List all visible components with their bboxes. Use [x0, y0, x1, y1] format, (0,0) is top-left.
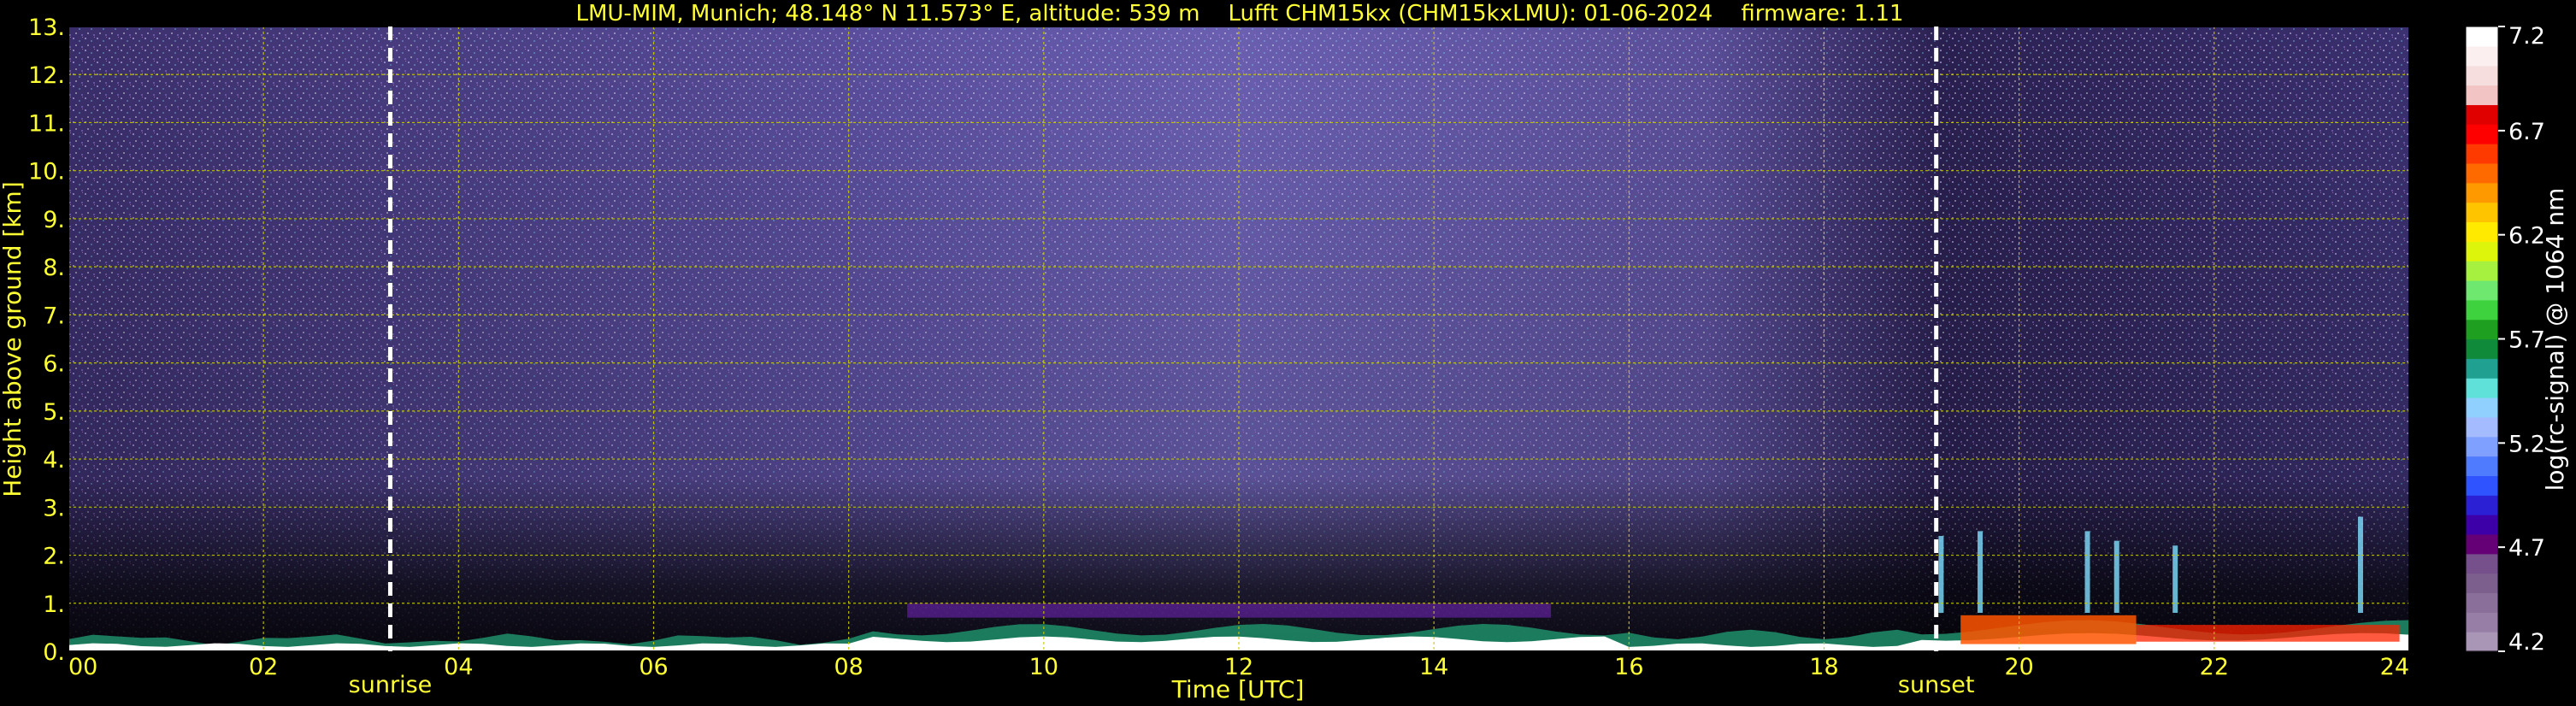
x-axis-label: Time [UTC] — [1171, 675, 1305, 703]
colorbar-segment — [2466, 319, 2498, 340]
ceilometer-chart: 4.2 4.7 5.2 5.7 6.2 6.7 7.2 sunrise sunset 00 02 0… — [0, 1, 2569, 703]
x-tick-label: 08 — [834, 654, 863, 680]
colorbar-segment — [2466, 436, 2498, 457]
colorbar-segment — [2466, 632, 2498, 652]
colorbar-segment — [2466, 397, 2498, 418]
y-tick-label: 4. — [43, 447, 65, 474]
colorbar-segment — [2466, 279, 2498, 301]
colorbar-segment — [2466, 144, 2498, 164]
y-tick-label: 7. — [43, 303, 65, 329]
x-tick-label: 22 — [2200, 654, 2229, 680]
x-tick-label: 16 — [1614, 654, 1643, 680]
colorbar-segment — [2466, 85, 2498, 105]
x-tick-label: 24 — [2380, 654, 2409, 680]
y-axis-label: Height above ground [km] — [0, 181, 27, 497]
colorbar-tick-label: 4.7 — [2508, 535, 2545, 562]
y-tick-label: 12. — [28, 62, 65, 89]
cloud-spike — [1938, 536, 1944, 614]
y-tick-label: 3. — [43, 495, 65, 521]
chart-title: LMU-MIM, Munich; 48.148° N 11.573° E, al… — [575, 1, 1903, 26]
colorbar-segment — [2466, 573, 2498, 594]
colorbar-tick-label: 4.2 — [2508, 629, 2545, 656]
colorbar-segment — [2466, 162, 2498, 184]
late-aerosol-layer — [2136, 625, 2400, 642]
colorbar: 4.2 4.7 5.2 5.7 6.2 6.7 7.2 — [2465, 23, 2545, 656]
colorbar-segment — [2466, 45, 2498, 67]
colorbar-tick-label: 7.2 — [2508, 23, 2545, 50]
y-tick-label: 2. — [43, 544, 65, 570]
colorbar-tick-label: 6.2 — [2508, 223, 2545, 250]
colorbar-segment — [2466, 104, 2498, 125]
y-tick-label: 0. — [43, 639, 65, 666]
colorbar-tick-label: 5.2 — [2508, 431, 2545, 457]
x-tick-label: 04 — [444, 654, 473, 680]
evening-aerosol-layer — [1960, 615, 2137, 644]
x-tick-label: 10 — [1029, 654, 1058, 680]
x-tick-label: 02 — [249, 654, 278, 680]
cloud-spike — [1978, 531, 1984, 614]
colorbar-segment — [2466, 533, 2498, 555]
colorbar-segment — [2466, 261, 2498, 281]
y-tick-label: 9. — [43, 207, 65, 233]
cloud-spike — [2084, 531, 2090, 614]
colorbar-segment — [2466, 299, 2498, 321]
colorbar-segment — [2466, 124, 2498, 144]
colorbar-segment — [2466, 456, 2498, 476]
colorbar-segment — [2466, 26, 2498, 47]
colorbar-segment — [2466, 495, 2498, 515]
cloud-spike — [2357, 516, 2363, 614]
sun-event-label: sunrise — [349, 672, 433, 698]
colorbar-label: log(rc-signal) @ 1064 nm — [2541, 188, 2569, 491]
colorbar-segment — [2466, 65, 2498, 86]
sun-event-label: sunset — [1898, 672, 1975, 698]
cloud-spike — [2113, 540, 2119, 614]
colorbar-segment — [2466, 475, 2498, 496]
colorbar-segment — [2466, 358, 2498, 379]
residual-layer — [907, 603, 1552, 618]
x-tick-label: 06 — [639, 654, 668, 680]
y-tick-label: 6. — [43, 351, 65, 378]
colorbar-segment — [2466, 338, 2498, 359]
colorbar-segment — [2466, 241, 2498, 262]
y-tick-label: 1. — [43, 591, 65, 618]
y-tick-label: 13. — [28, 15, 65, 41]
colorbar-segment — [2466, 182, 2498, 203]
colorbar-tick-label: 6.7 — [2508, 119, 2545, 145]
colorbar-segment — [2466, 515, 2498, 535]
y-tick-label: 10. — [28, 159, 65, 185]
x-tick-label: 20 — [2004, 654, 2033, 680]
y-tick-label: 11. — [28, 110, 65, 137]
colorbar-segment — [2466, 612, 2498, 632]
x-tick-label: 00 — [68, 654, 97, 680]
x-tick-label: 18 — [1809, 654, 1838, 680]
colorbar-tick-label: 5.7 — [2508, 327, 2545, 354]
x-tick-label: 14 — [1419, 654, 1448, 680]
colorbar-segment — [2466, 378, 2498, 398]
colorbar-segment — [2466, 416, 2498, 438]
colorbar-segment — [2466, 221, 2498, 242]
y-tick-label: 8. — [43, 255, 65, 281]
colorbar-segment — [2466, 202, 2498, 223]
y-tick-label: 5. — [43, 399, 65, 426]
colorbar-segment — [2466, 553, 2498, 574]
colorbar-segment — [2466, 592, 2498, 613]
